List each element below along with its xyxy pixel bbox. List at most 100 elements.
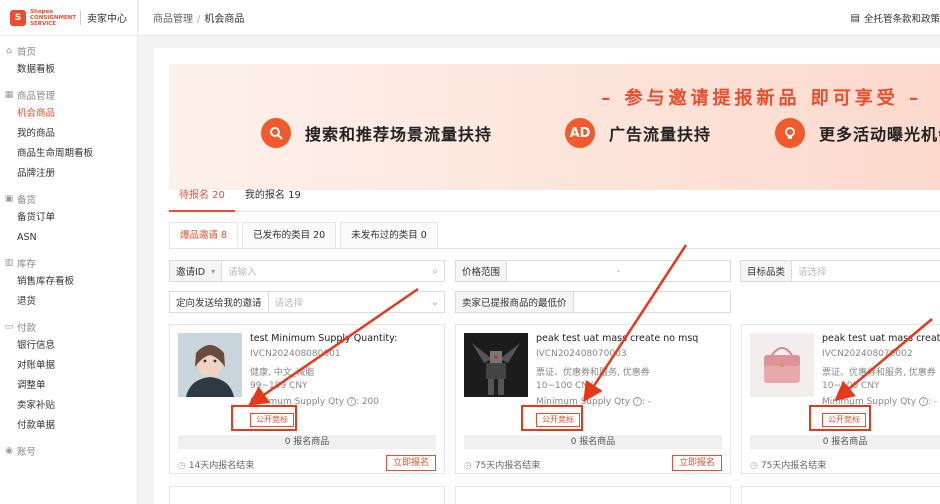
nav-group-label: 备货	[17, 195, 37, 206]
sidebar-item[interactable]: 数据看板	[0, 60, 137, 80]
product-card[interactable]: test Minimum Supply Quantity: IVCN202408…	[169, 324, 445, 474]
logo-text: Shopee CONSIGNMENT SERVICE	[30, 8, 77, 27]
invite-id-filter: 邀请ID ▾ 请输入 ⌕	[169, 260, 445, 282]
signup-button[interactable]: 立即报名	[671, 455, 722, 471]
sidebar-item[interactable]: 卖家补贴	[0, 396, 137, 416]
nav-group-header[interactable]: ▦ 商品管理	[0, 86, 137, 104]
policy-link-label: 全托管条款和政策	[863, 14, 940, 25]
tab-pending[interactable]: 待报名 20	[169, 186, 235, 212]
search-icon[interactable]: ⌕	[426, 266, 444, 277]
breadcrumb-current: 机会商品	[204, 14, 245, 25]
min-supply-qty-value: : -	[927, 397, 938, 407]
deadline-text: 75天内报名结束	[474, 461, 541, 471]
sidebar: S Shopee CONSIGNMENT SERVICE 卖家中心 ⌂ 首页 数据看…	[0, 0, 138, 504]
sidebar-item[interactable]: 品牌注册	[0, 164, 137, 184]
price-range: 99~199 CNY	[250, 381, 308, 391]
stock-icon: ▣	[4, 194, 14, 204]
invite-id: IVCN202408070002	[822, 349, 913, 359]
chevron-down-icon: ▾	[211, 266, 216, 276]
sidebar-item[interactable]: 付款单据	[0, 416, 137, 436]
invite-id-type-select[interactable]: 邀请ID ▾	[170, 261, 223, 281]
sidebar-item[interactable]: 调整单	[0, 376, 137, 396]
logo-bar: S Shopee CONSIGNMENT SERVICE 卖家中心	[0, 0, 137, 36]
price-range: 10~100 CNY	[536, 381, 594, 391]
nav-group-header[interactable]: ⌂ 首页	[0, 42, 137, 60]
product-tags: 票证、优惠券和服务, 优惠券	[822, 368, 936, 378]
subtab-unpublished-category[interactable]: 未发布过的类目 0	[340, 222, 438, 248]
product-card[interactable]: peak test uat mass create no msq IVCN202…	[455, 324, 731, 474]
deadline: ◷ 14天内报名结束	[178, 458, 254, 471]
product-title[interactable]: peak test uat mass create no msq	[822, 333, 940, 344]
subtab-hot-invite[interactable]: 爆品邀请 8	[169, 222, 239, 248]
deadline: ◷ 75天内报名结束	[464, 458, 540, 471]
product-title[interactable]: test Minimum Supply Quantity:	[250, 333, 440, 344]
sidebar-item[interactable]: 销售库存看板	[0, 272, 137, 292]
product-thumbnail[interactable]	[750, 333, 814, 397]
product-tags: 健康, 中文_减脂	[250, 368, 315, 378]
banner-feature-label: 更多活动曝光机会	[819, 125, 940, 144]
sidebar-item[interactable]: 退货	[0, 292, 137, 312]
product-thumbnail[interactable]	[464, 333, 528, 397]
chevron-down-icon[interactable]: ⌄	[426, 297, 444, 308]
targeted-invite-select[interactable]: 请选择	[269, 295, 426, 309]
target-category-select[interactable]: 请选择	[792, 264, 940, 278]
deadline: ◷ 75天内报名结束	[750, 458, 826, 471]
breadcrumb-level1[interactable]: 商品管理	[153, 14, 193, 25]
clock-icon: ◷	[750, 461, 758, 471]
invite-id-input[interactable]: 请输入	[222, 264, 426, 278]
ad-icon: AD	[565, 118, 595, 148]
sidebar-item[interactable]: 备货订单	[0, 208, 137, 228]
nav-group: ◉ 账号	[0, 442, 137, 460]
banner-feature-ad: AD 广告流量扶持	[565, 118, 711, 148]
nav-group-header[interactable]: ▣ 备货	[0, 190, 137, 208]
banner-feature-label: 搜索和推荐场景流量扶持	[305, 125, 493, 144]
sidebar-nav: ⌂ 首页 数据看板 ▦ 商品管理 机会商品 我的商品 商品生命周期看板 品牌注册 ▣ 备货 备货订单 A…	[0, 42, 137, 460]
highlight-box	[231, 405, 297, 431]
price-range-filter: 价格范围 -	[455, 260, 731, 282]
sidebar-item[interactable]: 机会商品	[0, 104, 137, 124]
sidebar-item[interactable]: 商品生命周期看板	[0, 144, 137, 164]
nav-group-header[interactable]: ▥ 库存	[0, 254, 137, 272]
signup-count-bar: 0 报名商品	[750, 435, 940, 449]
signup-button[interactable]: 立即报名	[385, 455, 436, 471]
target-category-filter: 目标品类 请选择	[740, 260, 940, 282]
price-range-input[interactable]: -	[507, 266, 730, 277]
tab-my-signups[interactable]: 我的报名 19	[235, 186, 311, 211]
product-thumbnail[interactable]	[178, 333, 242, 397]
document-icon: ▤	[850, 12, 860, 24]
sidebar-item[interactable]: 我的商品	[0, 124, 137, 144]
help-icon[interactable]: ?	[346, 397, 356, 406]
nav-group: ⌂ 首页 数据看板	[0, 42, 137, 80]
subtab-published-category[interactable]: 已发布的类目 20	[242, 222, 337, 248]
sidebar-item[interactable]: ASN	[0, 228, 137, 248]
product-tags: 票证、优惠券和服务, 优惠券	[536, 368, 650, 378]
banner-slogan: – 参与邀请提报新品 即可享受 –	[601, 88, 922, 109]
help-icon[interactable]: ?	[918, 397, 928, 406]
product-title[interactable]: peak test uat mass create no msq	[536, 333, 726, 344]
deadline-text: 14天内报名结束	[188, 461, 255, 471]
nav-group: ▣ 备货 备货订单 ASN	[0, 190, 137, 248]
clock-icon: ◷	[464, 461, 472, 471]
policy-link[interactable]: ▤ 全托管条款和政策	[851, 0, 940, 36]
product-card[interactable]: peak test uat mass create no msq IVCN202…	[741, 324, 940, 474]
product-card-next	[455, 486, 731, 504]
lowest-price-label: 卖家已提报商品的最低价	[456, 292, 574, 312]
sidebar-item[interactable]: 对账单据	[0, 356, 137, 376]
clock-icon: ◷	[178, 461, 186, 471]
main-panel: – 参与邀请提报新品 即可享受 – 搜索和推荐场景流量扶持 AD 广告流量扶持 …	[154, 48, 940, 504]
highlight-box	[521, 405, 583, 431]
banner-feature-label: 广告流量扶持	[609, 125, 712, 144]
price-range: 10~100 CNY	[822, 381, 880, 391]
invite-id: IVCN202408080001	[250, 349, 341, 359]
status-tabs: 待报名 20 我的报名 19	[169, 178, 940, 212]
shopee-logo-icon: S	[10, 9, 26, 26]
banner-feature-search: 搜索和推荐场景流量扶持	[261, 118, 492, 148]
nav-group-header[interactable]: ▭ 付款	[0, 318, 137, 336]
category-subtabs: 爆品邀请 8 已发布的类目 20 未发布过的类目 0	[169, 222, 442, 248]
lowest-price-input[interactable]: -	[574, 297, 730, 308]
help-icon[interactable]: ?	[632, 397, 642, 406]
nav-group: ▦ 商品管理 机会商品 我的商品 商品生命周期看板 品牌注册	[0, 86, 137, 184]
sidebar-item[interactable]: 银行信息	[0, 336, 137, 356]
banner-feature-exposure: 更多活动曝光机会	[775, 118, 940, 148]
nav-group-header[interactable]: ◉ 账号	[0, 442, 137, 460]
